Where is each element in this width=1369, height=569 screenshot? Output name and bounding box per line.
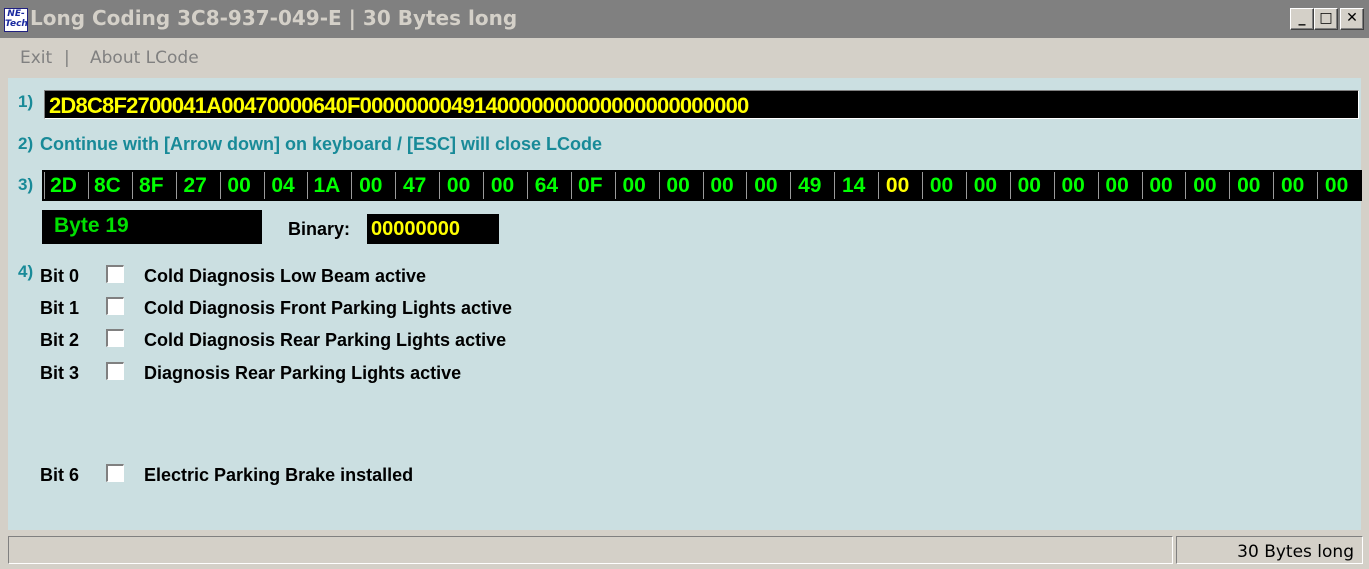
byte-cell[interactable]: 00 — [922, 172, 960, 199]
window-title: Long Coding 3C8-937-049-E | 30 Bytes lon… — [30, 6, 518, 30]
byte-cell[interactable]: 64 — [526, 172, 565, 199]
byte-cell[interactable]: 00 — [1053, 172, 1092, 199]
byte-cell[interactable]: 8F — [131, 172, 170, 199]
byte-cell[interactable]: 00 — [1009, 172, 1048, 199]
byte-cell[interactable]: 00 — [965, 172, 1004, 199]
title-bar[interactable]: NE- Tech Long Coding 3C8-937-049-E | 30 … — [0, 0, 1369, 38]
bit-label[interactable]: Cold Diagnosis Front Parking Lights acti… — [144, 298, 512, 319]
app-logo-icon: NE- Tech — [4, 8, 28, 32]
step-1-number: 1) — [18, 92, 34, 111]
byte-cell[interactable]: 00 — [1273, 172, 1312, 199]
app-logo-text-top: NE- — [7, 9, 25, 19]
minimize-button[interactable]: _ — [1290, 8, 1314, 30]
status-bar: 30 Bytes long — [0, 530, 1369, 569]
bit-label[interactable]: Diagnosis Rear Parking Lights active — [144, 363, 461, 384]
byte-selector-row: 2D 8C 8F 27 00 04 1A 00 47 00 00 64 0F 00 00 00 00 49 14 00… — [42, 170, 1362, 201]
bit-0-checkbox[interactable] — [106, 265, 124, 283]
coding-string-field[interactable]: 2D8C8F2700041A00470000640F00000000491400… — [44, 90, 1359, 119]
coding-panel: 1) 2D8C8F2700041A00470000640F00000000491… — [8, 78, 1362, 530]
binary-label: Binary: — [288, 219, 351, 239]
bit-name: Bit 0 — [40, 266, 80, 286]
instruction-text: Continue with [Arrow down] on keyboard /… — [40, 134, 603, 154]
bit-name: Bit 1 — [40, 298, 80, 318]
coding-string-value: 2D8C8F2700041A00470000640F00000000491400… — [49, 93, 749, 118]
bit-name: Bit 3 — [40, 363, 80, 383]
byte-cell[interactable]: 04 — [263, 172, 302, 199]
bit-name: Bit 2 — [40, 330, 80, 350]
close-button[interactable]: ✕ — [1340, 8, 1364, 30]
bit-label[interactable]: Electric Parking Brake installed — [144, 465, 413, 486]
step-3-number: 3) — [18, 175, 34, 194]
bit-label[interactable]: Cold Diagnosis Low Beam active — [144, 266, 426, 287]
bit-name: Bit 6 — [40, 465, 80, 485]
menu-bar: Exit | About LCode — [0, 38, 1369, 78]
byte-cell-selected[interactable]: 00 — [878, 172, 917, 199]
byte-cell[interactable]: 14 — [834, 172, 873, 199]
status-panel-main — [8, 536, 1173, 564]
byte-cell[interactable]: 00 — [746, 172, 785, 199]
status-text: 30 Bytes long — [1237, 542, 1354, 562]
byte-cell[interactable]: 2D — [44, 172, 82, 199]
lcode-window: NE- Tech Long Coding 3C8-937-049-E | 30 … — [0, 0, 1369, 569]
byte-cell[interactable]: 00 — [439, 172, 478, 199]
menu-separator: | — [64, 48, 70, 68]
byte-cell[interactable]: 00 — [1317, 172, 1356, 199]
binary-value-field: 00000000 — [367, 214, 499, 244]
app-logo-text-bottom: Tech — [5, 19, 28, 29]
menu-exit[interactable]: Exit — [20, 48, 52, 68]
byte-cell[interactable]: 00 — [1185, 172, 1224, 199]
byte-cell[interactable]: 00 — [1141, 172, 1180, 199]
bit-label[interactable]: Cold Diagnosis Rear Parking Lights activ… — [144, 330, 506, 351]
byte-cell[interactable]: 0F — [570, 172, 609, 199]
byte-cell[interactable]: 00 — [219, 172, 258, 199]
step-2-number: 2) — [18, 134, 34, 153]
byte-cell[interactable]: 8C — [87, 172, 126, 199]
bit-6-checkbox[interactable] — [106, 464, 124, 482]
byte-cell[interactable]: 00 — [702, 172, 741, 199]
selected-byte-label: Byte 19 — [42, 210, 262, 244]
byte-cell[interactable]: 27 — [175, 172, 214, 199]
maximize-button[interactable]: □ — [1314, 8, 1338, 30]
byte-cell[interactable]: 47 — [395, 172, 434, 199]
byte-cell[interactable]: 00 — [614, 172, 653, 199]
step-4-number: 4) — [18, 262, 34, 281]
bit-3-checkbox[interactable] — [106, 362, 124, 380]
byte-cell[interactable]: 1A — [307, 172, 346, 199]
byte-cell[interactable]: 00 — [1229, 172, 1268, 199]
bit-1-checkbox[interactable] — [106, 297, 124, 315]
menu-about[interactable]: About LCode — [90, 48, 199, 68]
byte-cell[interactable]: 00 — [351, 172, 390, 199]
bit-2-checkbox[interactable] — [106, 329, 124, 347]
byte-cell[interactable]: 49 — [790, 172, 829, 199]
status-panel-size: 30 Bytes long — [1176, 536, 1363, 564]
byte-cell[interactable]: 00 — [483, 172, 521, 199]
byte-cell[interactable]: 00 — [658, 172, 697, 199]
byte-cell[interactable]: 00 — [1097, 172, 1136, 199]
